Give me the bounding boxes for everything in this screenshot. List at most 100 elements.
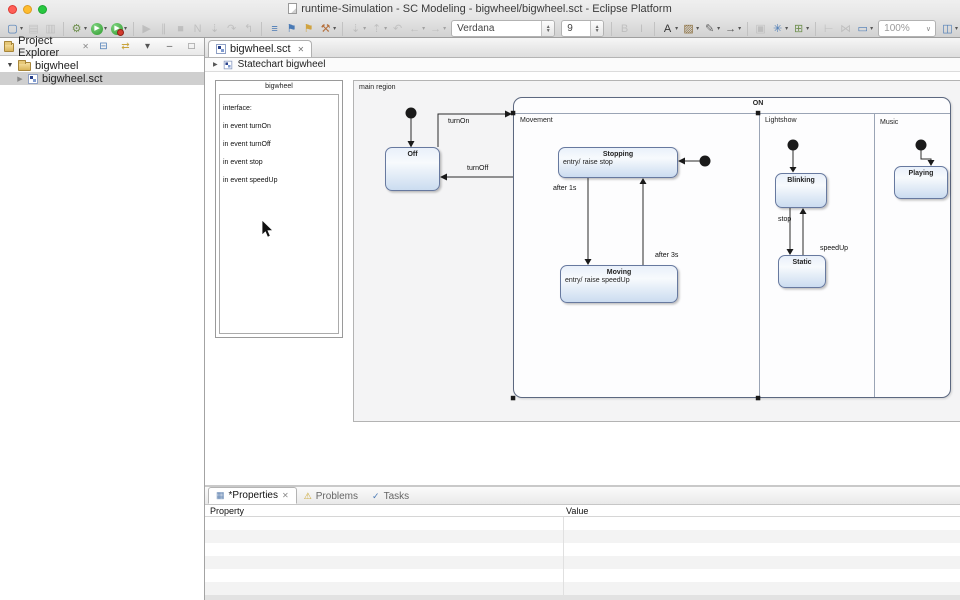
minimize-button[interactable]: –	[162, 39, 177, 55]
step-return-icon: ↰	[242, 21, 255, 37]
state-off[interactable]: Off	[385, 147, 440, 191]
definition-text: interface: in event turnOn in event turn…	[223, 105, 277, 184]
state-on[interactable]: ON Movement Lightshow Music	[513, 97, 951, 398]
expander-icon[interactable]: ▼	[6, 62, 14, 69]
zoom-fit-button[interactable]: ▭▾	[855, 21, 874, 37]
on-state-title[interactable]: ON	[753, 100, 764, 107]
close-icon[interactable]: ✕	[82, 42, 89, 51]
region-movement-label[interactable]: Movement	[520, 117, 553, 124]
main-region-label: main region	[359, 84, 396, 91]
statechart-icon	[223, 60, 232, 69]
forward-button: →▾	[428, 21, 447, 37]
view-menu-button[interactable]: ▾	[140, 39, 155, 55]
font-name-stepper[interactable]: ▲▼	[541, 21, 554, 36]
sidebar-item-bigwheel-sct[interactable]: ▶ bigwheel.sct	[0, 72, 204, 85]
terminate-icon: ■	[174, 21, 187, 37]
font-name-combo[interactable]: Verdana ▲▼	[451, 20, 555, 37]
layout-button[interactable]: ⊞▾	[791, 21, 810, 37]
step-over-icon: ↷	[225, 21, 238, 37]
region-music-label[interactable]: Music	[880, 119, 898, 126]
state-moving[interactable]: Moving entry/ raise speedUp	[560, 265, 678, 303]
properties-table-body[interactable]	[205, 517, 960, 600]
state-blinking[interactable]: Blinking	[775, 173, 827, 208]
font-color-icon: A	[661, 21, 674, 37]
project-explorer-view: Project Explorer ✕ ⊟ ⇄ ▾–□ ▼ bigwheel ▶ bi…	[0, 38, 205, 600]
title-separator	[514, 113, 950, 114]
last-edit-location-button: ↶	[390, 21, 405, 37]
toggle-marker-icon: ⚑	[285, 21, 298, 37]
font-size-combo[interactable]: 9 ▲▼	[561, 20, 604, 37]
tab-project-explorer[interactable]: Project Explorer ✕	[4, 35, 95, 59]
italic-button: I	[634, 21, 649, 37]
toggle-marker-button[interactable]: ⚑	[284, 21, 299, 37]
region-divider[interactable]	[874, 113, 875, 397]
line-style-button[interactable]: →▾	[723, 21, 742, 37]
close-icon[interactable]: ✕	[298, 45, 305, 54]
definition-section[interactable]: bigwheel interface: in event turnOn in e…	[215, 80, 343, 338]
copy-appearance-button: ▣	[753, 21, 768, 37]
disconnect-icon: N	[191, 21, 204, 37]
forward-icon: →	[429, 21, 442, 37]
search-button[interactable]: ⚑	[301, 21, 316, 37]
region-lightshow-label[interactable]: Lightshow	[765, 117, 797, 124]
tab-tasks[interactable]: ✓Tasks	[365, 489, 416, 504]
tab-problems[interactable]: ⚠Problems	[297, 489, 365, 504]
expander-icon[interactable]: ▶	[213, 61, 218, 68]
tasks-label: Tasks	[384, 491, 410, 502]
sidebar-item-bigwheel[interactable]: ▼ bigwheel	[0, 59, 204, 72]
resume-button: ▶	[139, 21, 154, 37]
step-return-button: ↰	[241, 21, 256, 37]
state-static[interactable]: Static	[778, 255, 826, 288]
font-name-value: Verdana	[452, 23, 541, 34]
statechart-canvas[interactable]: bigwheel interface: in event turnOn in e…	[205, 72, 960, 485]
titlebar[interactable]: runtime-Simulation - SC Modeling - bigwh…	[0, 0, 960, 19]
problems-icon: ⚠	[304, 491, 312, 502]
last-edit-location-icon: ↶	[391, 21, 404, 37]
open-element-button[interactable]: ≡	[267, 21, 282, 37]
tab-bigwheel-sct[interactable]: bigwheel.sct ✕	[208, 40, 312, 57]
external-tools-button[interactable]: ⚒▾	[318, 21, 337, 37]
fill-color-icon: ▨	[682, 21, 695, 37]
link-with-editor-button[interactable]: ⇄	[118, 39, 133, 55]
arrange-button[interactable]: ✳▾	[770, 21, 789, 37]
close-icon[interactable]: ✕	[282, 491, 289, 500]
state-stopping[interactable]: Stopping entry/ raise stop	[558, 147, 678, 178]
line-color-button[interactable]: ✎▾	[702, 21, 721, 37]
definition-editor[interactable]: interface: in event turnOn in event turn…	[219, 94, 339, 334]
suspend-icon: ∥	[157, 21, 170, 37]
tab-properties[interactable]: ▦*Properties✕	[208, 487, 297, 504]
collapse-all-button[interactable]: ⊟	[96, 39, 111, 55]
project-explorer-icon	[4, 43, 14, 52]
statechart-breadcrumb[interactable]: ▶ Statechart bigwheel	[205, 58, 960, 72]
run-config-button[interactable]: ▶▾	[110, 21, 128, 37]
expander-icon[interactable]: ▶	[16, 75, 24, 83]
fill-color-button[interactable]: ▨▾	[681, 21, 700, 37]
step-over-button: ↷	[224, 21, 239, 37]
column-property[interactable]: Property	[210, 506, 244, 516]
font-size-stepper[interactable]: ▲▼	[590, 21, 603, 36]
suspend-button: ∥	[156, 21, 171, 37]
main-toolbar: ▢▾▤▥⚙▾▶▾▶▾▶∥■N⇣↷↰≡⚑⚑⚒▾⇣▾⇡▾↶←▾→▾ Verdana …	[0, 19, 960, 38]
back-icon: ←	[408, 21, 421, 37]
column-value[interactable]: Value	[566, 506, 588, 516]
open-element-icon: ≡	[268, 21, 281, 37]
step-into-button: ⇣	[207, 21, 222, 37]
column-divider	[563, 517, 564, 600]
match-size-button: ⋈	[838, 21, 853, 37]
maximize-icon: □	[185, 41, 198, 53]
properties-icon: ▦	[216, 490, 225, 501]
properties-table-header: Property Value	[205, 505, 960, 517]
italic-icon: I	[635, 21, 648, 37]
maximize-button[interactable]: □	[184, 39, 199, 55]
font-color-button[interactable]: A▾	[660, 21, 679, 37]
region-divider[interactable]	[759, 113, 760, 397]
collapse-all-icon: ⊟	[97, 41, 110, 53]
zoom-combo[interactable]: 100% ∨	[878, 20, 936, 37]
props-tabs: ▦*Properties✕⚠Problems✓Tasks	[205, 487, 960, 505]
pe-toolbar: ⊟ ⇄ ▾–□	[95, 39, 200, 55]
state-playing[interactable]: Playing	[894, 166, 948, 199]
next-annotation-button: ⇣▾	[348, 21, 367, 37]
grid-button[interactable]: ◫▾	[940, 21, 959, 37]
search-icon: ⚑	[302, 21, 315, 37]
horizontal-scrollbar[interactable]	[205, 595, 960, 600]
